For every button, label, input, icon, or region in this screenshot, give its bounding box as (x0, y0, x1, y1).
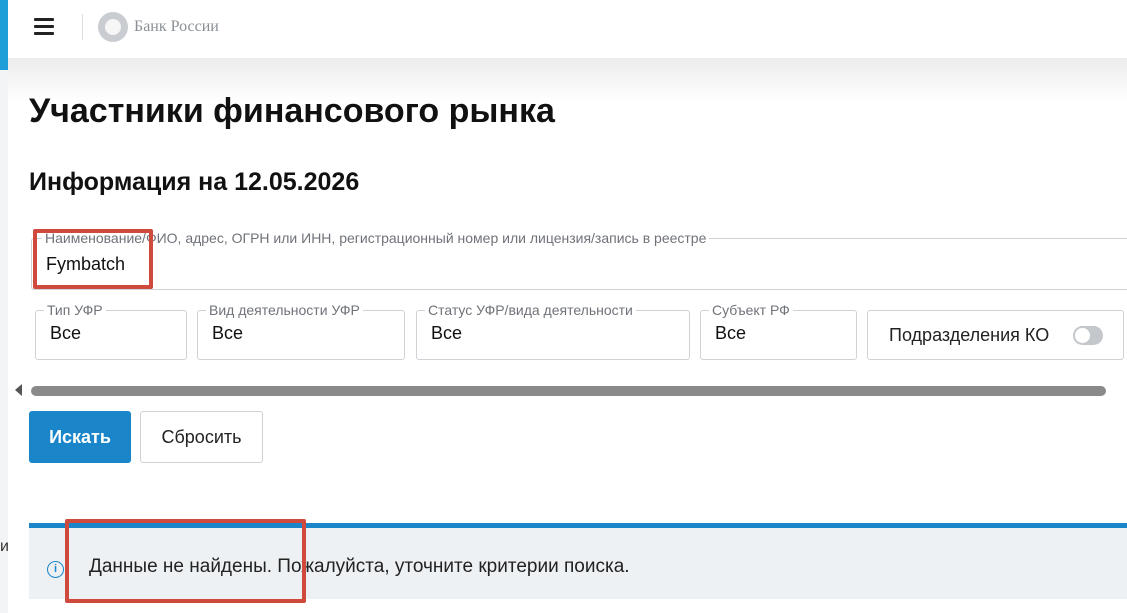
bank-logo[interactable]: Банк России (98, 12, 219, 42)
reset-button[interactable]: Сбросить (140, 411, 263, 463)
page-title: Участники финансового рынка (29, 92, 555, 130)
info-date-heading: Информация на 12.05.2026 (29, 168, 360, 196)
header-divider (82, 14, 83, 40)
filter-value: Все (212, 323, 244, 343)
search-field[interactable]: Наименование/ФИО, адрес, ОГРН или ИНН, р… (31, 230, 1127, 290)
filter-label: Статус УФР/вида деятельности (425, 302, 636, 318)
filter-status[interactable]: Статус УФР/вида деятельности Все (416, 302, 690, 360)
top-header: Банк России (8, 0, 1127, 58)
edge-accent (0, 0, 8, 70)
filter-region[interactable]: Субъект РФ Все (700, 302, 857, 360)
left-edge-strip (0, 0, 8, 613)
filter-label: Тип УФР (44, 302, 106, 318)
hamburger-icon[interactable] (34, 18, 54, 35)
ko-divisions-toggle[interactable] (1073, 326, 1103, 345)
search-button[interactable]: Искать (29, 411, 131, 463)
ko-divisions-filter: Подразделения КО (867, 310, 1124, 360)
bank-name: Банк России (134, 18, 219, 35)
search-input[interactable]: Fymbatch (46, 254, 125, 275)
filter-value: Все (50, 323, 82, 343)
filter-label: Вид деятельности УФР (206, 302, 363, 318)
edge-letter: и (0, 538, 9, 555)
info-icon: i (47, 561, 64, 578)
filter-value: Все (431, 323, 463, 343)
no-results-alert: i Данные не найдены. Пожалуйста, уточнит… (29, 523, 1127, 599)
filter-label: Субъект РФ (709, 302, 793, 318)
scroll-left-arrow-icon[interactable] (15, 384, 22, 396)
alert-message: Данные не найдены. Пожалуйста, уточните … (89, 556, 630, 577)
horizontal-scrollbar[interactable] (31, 386, 1106, 396)
ko-divisions-label: Подразделения КО (889, 325, 1050, 345)
filter-type-ufr[interactable]: Тип УФР Все (35, 302, 187, 360)
filter-activity-type[interactable]: Вид деятельности УФР Все (197, 302, 405, 360)
search-field-label: Наименование/ФИО, адрес, ОГРН или ИНН, р… (42, 230, 710, 246)
toggle-knob (1075, 328, 1090, 343)
filter-value: Все (715, 323, 747, 343)
bank-emblem-icon (98, 12, 128, 42)
